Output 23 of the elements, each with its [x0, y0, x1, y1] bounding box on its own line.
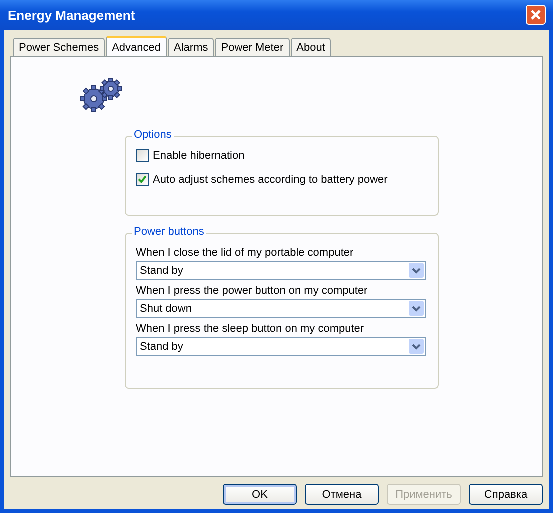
group-title: Options: [132, 129, 174, 141]
dropdown[interactable]: Stand by: [136, 261, 426, 280]
checkbox[interactable]: [136, 149, 149, 162]
checkbox[interactable]: [136, 173, 149, 186]
tab[interactable]: About: [290, 38, 332, 56]
field-label: When I press the sleep button on my computer: [136, 323, 366, 335]
dialog-button[interactable]: Отмена: [305, 484, 379, 505]
close-icon[interactable]: [530, 9, 542, 21]
field-label: When I press the power button on my computer: [136, 285, 369, 297]
dropdown[interactable]: Stand by: [136, 337, 426, 356]
checkbox-label: Auto adjust schemes according to battery power: [153, 174, 388, 186]
tab[interactable]: Alarms: [168, 38, 214, 56]
close-button[interactable]: [526, 5, 546, 25]
dialog-button[interactable]: Справка: [469, 484, 543, 505]
dropdown[interactable]: Shut down: [136, 299, 426, 318]
checkbox-label: Enable hibernation: [153, 150, 245, 162]
tab[interactable]: Power Schemes: [13, 38, 106, 56]
tab[interactable]: Power Meter: [215, 38, 290, 56]
window-title: Energy Management: [8, 8, 136, 22]
tab[interactable]: Advanced: [106, 36, 168, 57]
group-title: Power buttons: [132, 226, 206, 238]
field-label: When I close the lid of my portable computer: [136, 247, 355, 259]
dialog-button[interactable]: OK: [223, 484, 297, 505]
